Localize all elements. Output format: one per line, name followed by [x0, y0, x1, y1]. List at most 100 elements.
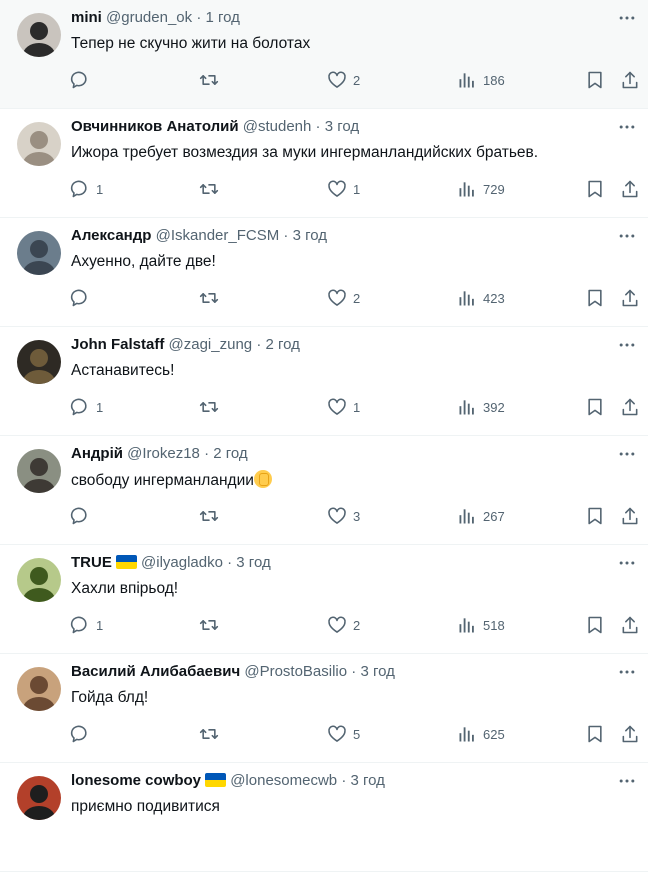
author-name[interactable]: Овчинников Анатолий: [71, 118, 239, 135]
more-icon[interactable]: [617, 553, 641, 573]
timestamp[interactable]: 3 год: [351, 772, 385, 789]
more-icon[interactable]: [617, 662, 641, 682]
retweet-button[interactable]: [199, 722, 219, 746]
retweet-button[interactable]: [199, 68, 219, 92]
likes-count: 1: [353, 181, 361, 197]
bookmark-button[interactable]: [585, 504, 605, 528]
likes-count: 1: [353, 399, 361, 415]
share-button[interactable]: [620, 504, 640, 528]
author-handle[interactable]: @zagi_zung: [169, 336, 253, 353]
like-button[interactable]: 3: [327, 504, 360, 528]
views-button[interactable]: 729: [457, 177, 505, 201]
author-name[interactable]: Василий Алибабаевич: [71, 663, 240, 680]
reply-button[interactable]: [70, 722, 96, 746]
views-button[interactable]: 423: [457, 286, 505, 310]
avatar[interactable]: [17, 449, 61, 493]
author-name[interactable]: TRUE: [71, 554, 112, 571]
like-button[interactable]: 5: [327, 722, 360, 746]
more-icon[interactable]: [617, 117, 641, 137]
timestamp[interactable]: 3 год: [360, 663, 394, 680]
avatar[interactable]: [17, 231, 61, 275]
author-name[interactable]: mini: [71, 9, 102, 26]
timestamp[interactable]: 2 год: [213, 445, 247, 462]
share-button[interactable]: [620, 722, 640, 746]
avatar[interactable]: [17, 122, 61, 166]
avatar[interactable]: [17, 13, 61, 57]
bookmark-button[interactable]: [585, 177, 605, 201]
tweet-text-content: Астанавитесь!: [71, 362, 175, 379]
views-button[interactable]: 392: [457, 395, 505, 419]
views-button[interactable]: 625: [457, 722, 505, 746]
author-handle[interactable]: @gruden_ok: [106, 9, 192, 26]
share-button[interactable]: [620, 177, 640, 201]
timestamp[interactable]: 2 год: [265, 336, 299, 353]
retweet-button[interactable]: [199, 504, 219, 528]
share-button[interactable]: [620, 613, 640, 637]
timestamp[interactable]: 3 год: [236, 554, 270, 571]
avatar[interactable]: [17, 667, 61, 711]
author-name[interactable]: Александр: [71, 227, 151, 244]
more-icon[interactable]: [617, 444, 641, 464]
reply-button[interactable]: [70, 504, 96, 528]
tweet-text-content: Ахуенно, дайте две!: [71, 253, 216, 270]
bookmark-button[interactable]: [585, 395, 605, 419]
avatar[interactable]: [17, 558, 61, 602]
timestamp[interactable]: 3 год: [293, 227, 327, 244]
like-icon: [327, 615, 347, 635]
author-handle[interactable]: @ProstoBasilio: [244, 663, 347, 680]
like-icon: [327, 70, 347, 90]
more-icon[interactable]: [617, 335, 641, 355]
more-icon[interactable]: [617, 226, 641, 246]
more-icon[interactable]: [617, 8, 641, 28]
reply-button[interactable]: [70, 68, 96, 92]
like-button[interactable]: 2: [327, 613, 360, 637]
timestamp[interactable]: 3 год: [325, 118, 359, 135]
tweet[interactable]: Овчинников Анатолий @studenh · 3 год Ижор…: [0, 109, 648, 218]
like-button[interactable]: 2: [327, 286, 360, 310]
retweet-button[interactable]: [199, 613, 219, 637]
views-button[interactable]: 518: [457, 613, 505, 637]
bookmark-button[interactable]: [585, 613, 605, 637]
like-button[interactable]: 2: [327, 68, 360, 92]
reply-button[interactable]: [70, 286, 96, 310]
likes-count: 2: [353, 290, 361, 306]
author-name[interactable]: lonesome cowboy: [71, 772, 201, 789]
share-button[interactable]: [620, 395, 640, 419]
bookmark-button[interactable]: [585, 286, 605, 310]
reply-button[interactable]: 1: [70, 395, 103, 419]
author-handle[interactable]: @Irokez18: [127, 445, 200, 462]
tweet-text-content: свободу ингерманландии: [71, 472, 254, 489]
views-button[interactable]: 267: [457, 504, 505, 528]
reply-button[interactable]: 1: [70, 177, 103, 201]
like-icon: [327, 397, 347, 417]
retweet-button[interactable]: [199, 395, 219, 419]
likes-count: 2: [353, 72, 361, 88]
author-handle[interactable]: @ilyagladko: [141, 554, 223, 571]
tweet[interactable]: Андрій @Irokez18 · 2 год свободу ингерман…: [0, 436, 648, 545]
author-handle[interactable]: @Iskander_FCSM: [156, 227, 280, 244]
bookmark-button[interactable]: [585, 722, 605, 746]
avatar[interactable]: [17, 340, 61, 384]
like-button[interactable]: 1: [327, 395, 360, 419]
reply-button[interactable]: 1: [70, 613, 103, 637]
tweet[interactable]: Александр @Iskander_FCSM · 3 год Ахуенно,…: [0, 218, 648, 327]
tweet[interactable]: mini @gruden_ok · 1 год Тепер не скучно ж…: [0, 0, 648, 109]
author-handle[interactable]: @lonesomecwb: [230, 772, 337, 789]
timestamp[interactable]: 1 год: [205, 9, 239, 26]
author-name[interactable]: John Falstaff: [71, 336, 164, 353]
share-button[interactable]: [620, 68, 640, 92]
tweet[interactable]: TRUE @ilyagladko · 3 год Хахли впірьод! 1 2…: [0, 545, 648, 654]
avatar[interactable]: [17, 776, 61, 820]
retweet-button[interactable]: [199, 177, 219, 201]
share-button[interactable]: [620, 286, 640, 310]
tweet[interactable]: Василий Алибабаевич @ProstoBasilio · 3 г…: [0, 654, 648, 763]
author-handle[interactable]: @studenh: [243, 118, 312, 135]
author-name[interactable]: Андрій: [71, 445, 123, 462]
views-button[interactable]: 186: [457, 68, 505, 92]
retweet-button[interactable]: [199, 286, 219, 310]
tweet[interactable]: John Falstaff @zagi_zung · 2 год Астанави…: [0, 327, 648, 436]
like-button[interactable]: 1: [327, 177, 360, 201]
tweet[interactable]: lonesome cowboy @lonesomecwb · 3 год приє…: [0, 763, 648, 872]
more-icon[interactable]: [617, 771, 641, 791]
bookmark-button[interactable]: [585, 68, 605, 92]
